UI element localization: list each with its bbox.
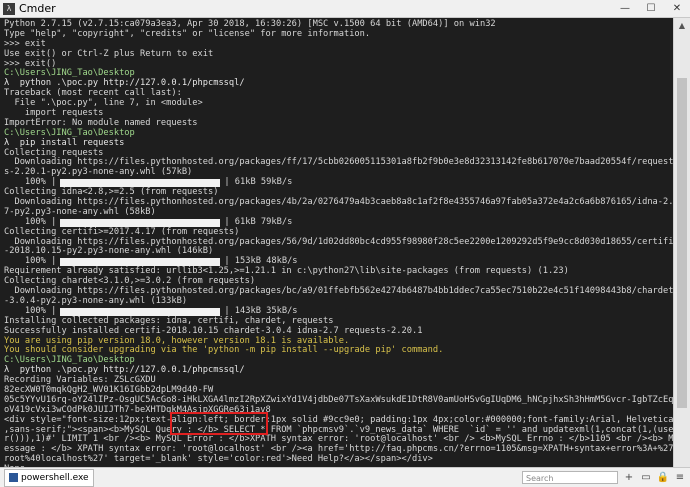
error-highlight-box: [170, 412, 268, 435]
progress-bar: [60, 218, 221, 227]
terminal-line: λ pip install requests: [4, 137, 125, 148]
terminal-line: -2018.10.15-py2.py3-none-any.whl (146kB): [4, 246, 214, 257]
window-title: Cmder: [19, 2, 56, 15]
title-bar: λ Cmder — ☐ ✕: [0, 0, 690, 18]
scroll-thumb[interactable]: [677, 78, 687, 408]
cmder-icon: λ: [3, 2, 15, 15]
scroll-up-icon[interactable]: ▲: [674, 18, 690, 34]
progress-bar: [60, 179, 221, 188]
minimize-button[interactable]: —: [612, 0, 638, 17]
maximize-button[interactable]: ☐: [638, 0, 664, 17]
terminal-line: root%40localhost%27' target='_blank' sty…: [4, 454, 433, 465]
progress-bar: [60, 258, 221, 267]
progress-stats: | 61kB 59kB/s: [224, 177, 293, 188]
split-icon[interactable]: ▭: [639, 471, 653, 485]
terminal-line: s-2.20.1-py2.py3-none-any.whl (57kB): [4, 167, 193, 178]
terminal-line: 7-py2.py3-none-any.whl (58kB): [4, 206, 156, 217]
status-bar: powershell.exe Search + ▭ 🔒 ≡: [0, 467, 690, 487]
terminal-line: File ".\poc.py", line 7, in <module>: [4, 98, 203, 109]
powershell-icon: [9, 473, 18, 482]
terminal-line: -3.0.4-py2.py3-none-any.whl (133kB): [4, 295, 188, 306]
tab-powershell[interactable]: powershell.exe: [4, 468, 94, 487]
plus-icon[interactable]: +: [622, 471, 636, 485]
vertical-scrollbar[interactable]: ▲: [673, 18, 690, 467]
lock-icon[interactable]: 🔒: [656, 471, 670, 485]
close-button[interactable]: ✕: [664, 0, 690, 17]
tab-label: powershell.exe: [21, 472, 89, 483]
terminal-output[interactable]: Python 2.7.15 (v2.7.15:ca079a3ea3, Apr 3…: [0, 18, 673, 467]
search-input[interactable]: Search: [522, 471, 618, 484]
terminal-line: Type "help", "copyright", "credits" or "…: [4, 28, 371, 39]
menu-icon[interactable]: ≡: [673, 471, 687, 485]
progress-bar: [60, 307, 221, 316]
terminal-line: Use exit() or Ctrl-Z plus Return to exit: [4, 48, 214, 59]
